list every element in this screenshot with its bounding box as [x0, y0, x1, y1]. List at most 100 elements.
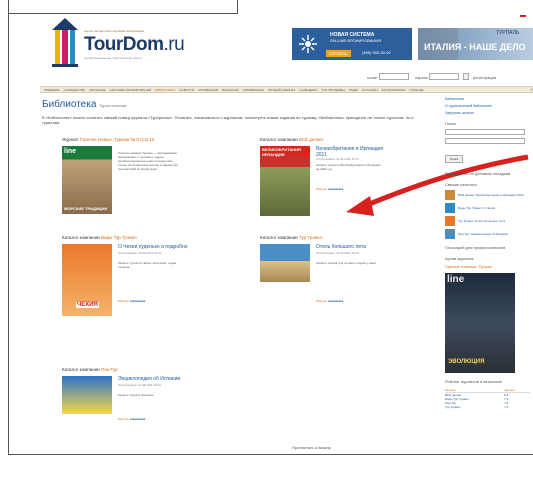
card-rating: Рейтинг ●●●●●●●●●● [118, 299, 145, 303]
card-head-link[interactable]: Горячие Новые. Туризм № 8 (13) 10 [80, 137, 155, 142]
menu-item[interactable]: ЛИЧНЫЙ КАБИНЕТ [268, 87, 296, 92]
card-head: Каталог компании Тур Трэвел [260, 235, 450, 240]
logo-name: TourDom [84, 34, 164, 55]
thumb-image [445, 190, 455, 200]
rating-label: Рейтинг [118, 299, 130, 303]
library-card: Журнал Горячие Новые. Туризм № 8 (13) 10… [62, 137, 252, 214]
card-head-label: Каталог компании [260, 235, 298, 240]
cover-bottom-text: МОРСКИЕ ТРАДИЦИИ [64, 206, 108, 211]
menu-item[interactable]: БИБЛИОТЕКА [155, 87, 175, 92]
menu-item[interactable]: ОБЪЯВЛЕНИЯ [243, 87, 264, 92]
card-head: Каталог компании Виды Тур Трэвел [62, 235, 252, 240]
logo-house-icon[interactable] [52, 18, 78, 68]
banner2-brand: ТУРПАЛЬ [496, 30, 520, 36]
logo-tagline-top: портал экспертной и деловой информации [84, 29, 144, 33]
booking-banner[interactable]: НОВАЯ СИСТЕМА ON-LINE БРОНИРОВАНИЯ ТУРПА… [292, 28, 412, 60]
sidebar-magazine-link[interactable]: Горячие новинки. Туризм [445, 264, 533, 269]
intro-text: В «Библиотеке» можно почитать свежий ном… [42, 115, 414, 125]
card-head-link[interactable]: ВСЕ делает [299, 137, 324, 142]
magazine-cover[interactable]: line МОРСКИЕ ТРАДИЦИИ [62, 146, 112, 214]
card-head-label: Каталог компании [260, 137, 298, 142]
page-title: Библиотека Туристическая [42, 99, 126, 110]
menu-item[interactable]: ВАКАНСИИ [222, 87, 238, 92]
language-flag-icon[interactable] [520, 14, 526, 17]
page-title-text: Библиотека [42, 99, 97, 110]
catalog-cover[interactable]: ЧЕХИЯ [62, 244, 112, 316]
thumb-image [445, 229, 455, 239]
catalog-cover[interactable] [260, 244, 310, 282]
login-label: логин [367, 75, 378, 80]
menu-item[interactable]: СИСТЕМЫ БРОНИРОВАНИЯ [110, 87, 151, 92]
mag-cover-top: line [447, 274, 465, 285]
sidebar-latest-label: ВСЕ делает: Великобритания и Ирландия 20… [458, 193, 524, 197]
sidebar-rating-heading: Рейтинг журналов и каталогов [445, 379, 502, 384]
menu-item[interactable]: СПРАВОЧНИК [198, 87, 218, 92]
cover-bottom-text: ЧЕХИЯ [76, 302, 99, 308]
catalog-cover[interactable] [62, 376, 112, 414]
menu-item[interactable]: ОБУЧЕНИЕ [89, 87, 105, 92]
sidebar-latest-item[interactable]: Пан Тур: Энциклопедия об Испании [445, 229, 533, 239]
card-title[interactable]: Отель большого лета [316, 244, 386, 250]
rating-label: Рейтинг [118, 417, 130, 421]
menu-item[interactable]: ПОМОЩЬ [410, 87, 424, 92]
menu-item[interactable]: ЖУРНАЛЫ [362, 87, 378, 92]
back-to-top-link[interactable]: Пролистать к началу [292, 445, 331, 450]
sidebar-latest-item[interactable]: ВСЕ делает: Великобритания и Ирландия 20… [445, 190, 533, 200]
sidebar-link-about[interactable]: О туристической библиотеке [445, 104, 533, 108]
library-card: Каталог компании Тур Трэвел Отель большо… [260, 235, 450, 303]
sidebar: Библиотека О туристической библиотеке За… [445, 97, 533, 409]
sidebar-search-heading: Поиск [445, 121, 457, 126]
sidebar-latest-item[interactable]: Тур Трэвел: Отель большого лета [445, 216, 533, 226]
menu-item[interactable]: ТУР-ПРОДАВЕЦ [322, 87, 345, 92]
card-head-link[interactable]: Тур Трэвел [299, 235, 322, 240]
italy-banner[interactable]: ТУРПАЛЬ ИТАЛИЯ - НАШЕ ДЕЛО [418, 28, 533, 60]
thumb-image [445, 203, 455, 213]
mag-cover-bottom: ЭВОЛЮЦИЯ [448, 359, 485, 365]
card-head: Каталог компании Пан Тур [62, 367, 252, 372]
sidebar-search-input-2[interactable] [445, 138, 525, 144]
frame-left-edge [8, 14, 9, 454]
logo-text[interactable]: TourDom.ru [84, 34, 185, 56]
sidebar-link-library[interactable]: Библиотека [445, 97, 533, 101]
card-text: Каталог туров по Чехии: экскурсии, отдых… [118, 261, 178, 269]
menu-item[interactable]: ЛЮДИ [349, 87, 358, 92]
page: портал экспертной и деловой информации T… [32, 12, 533, 452]
banner-brand: ТУРПАЛЬ [326, 50, 351, 57]
register-link[interactable]: регистрация [473, 75, 496, 80]
sidebar-latest-heading: Свежие каталоги [445, 182, 477, 187]
catalog-cover[interactable]: ВЕЛИКОБРИТАНИЯ ИРЛАНДИЯ [260, 146, 310, 216]
menu-item[interactable]: КАЛЕНДАРЬ [300, 87, 318, 92]
card-head-link[interactable]: Виды Тур Трэвел [101, 235, 137, 240]
login-input[interactable] [379, 73, 409, 80]
sidebar-search-input[interactable] [445, 129, 525, 135]
sidebar-latest-item[interactable]: Виды Тур Трэвел: О Чехии [445, 203, 533, 213]
rating-table: Каталог Оценка ВСЕ делает 8.5 Виды Тур Тр… [445, 388, 530, 409]
sidebar-magazine-heading: Архив журнала [445, 256, 474, 261]
login-submit-button[interactable] [463, 73, 469, 80]
sidebar-latest-label: Пан Тур: Энциклопедия об Испании [458, 232, 509, 236]
menu-item[interactable]: ФОТОАЛЬБОМЫ [382, 87, 406, 92]
menu-item[interactable]: ОБЩЕНИЕ [44, 87, 59, 92]
card-title[interactable]: Энциклопедия об Испании [118, 376, 188, 382]
card-title[interactable]: О Чехии худенько и подробно [118, 244, 188, 250]
sidebar-guide-heading[interactable]: Руководство по деловым поездкам [445, 171, 533, 176]
sidebar-glossary-heading[interactable]: Глоссарий для профессионалов [445, 245, 533, 250]
card-head-label: Каталог компании [62, 235, 100, 240]
password-input[interactable] [429, 73, 459, 80]
card-head-label: Журнал [62, 137, 79, 142]
menu-item[interactable]: СООБЩЕСТВО [63, 87, 85, 92]
sidebar-link-upload[interactable]: Загрузить каталог [445, 111, 533, 115]
rating-stars-icon: ●●●●●●●●●● [129, 417, 145, 421]
card-meta: Опубликован: 16.06.2011 19:31 [118, 251, 162, 255]
sidebar-magazine-cover[interactable]: line ЭВОЛЮЦИЯ [445, 273, 515, 373]
card-head-link[interactable]: Пан Тур [101, 367, 118, 372]
rating-cell: 7.4 [504, 405, 509, 409]
table-row: Тур Трэвел 7.4 [445, 405, 530, 409]
card-meta: Опубликован: 11.08.2011 19:31 [118, 383, 161, 387]
cover-top-text: ВЕЛИКОБРИТАНИЯ ИРЛАНДИЯ [260, 146, 310, 157]
rating-label: Рейтинг [316, 187, 328, 191]
card-text: Каталог отелей для летнего отдыха у моря… [316, 261, 377, 265]
menu-item[interactable]: НОВОСТИ [179, 87, 194, 92]
sidebar-search-button[interactable]: Поиск [445, 155, 464, 163]
rating-stars-icon: ●●●●●●●●●● [327, 299, 343, 303]
